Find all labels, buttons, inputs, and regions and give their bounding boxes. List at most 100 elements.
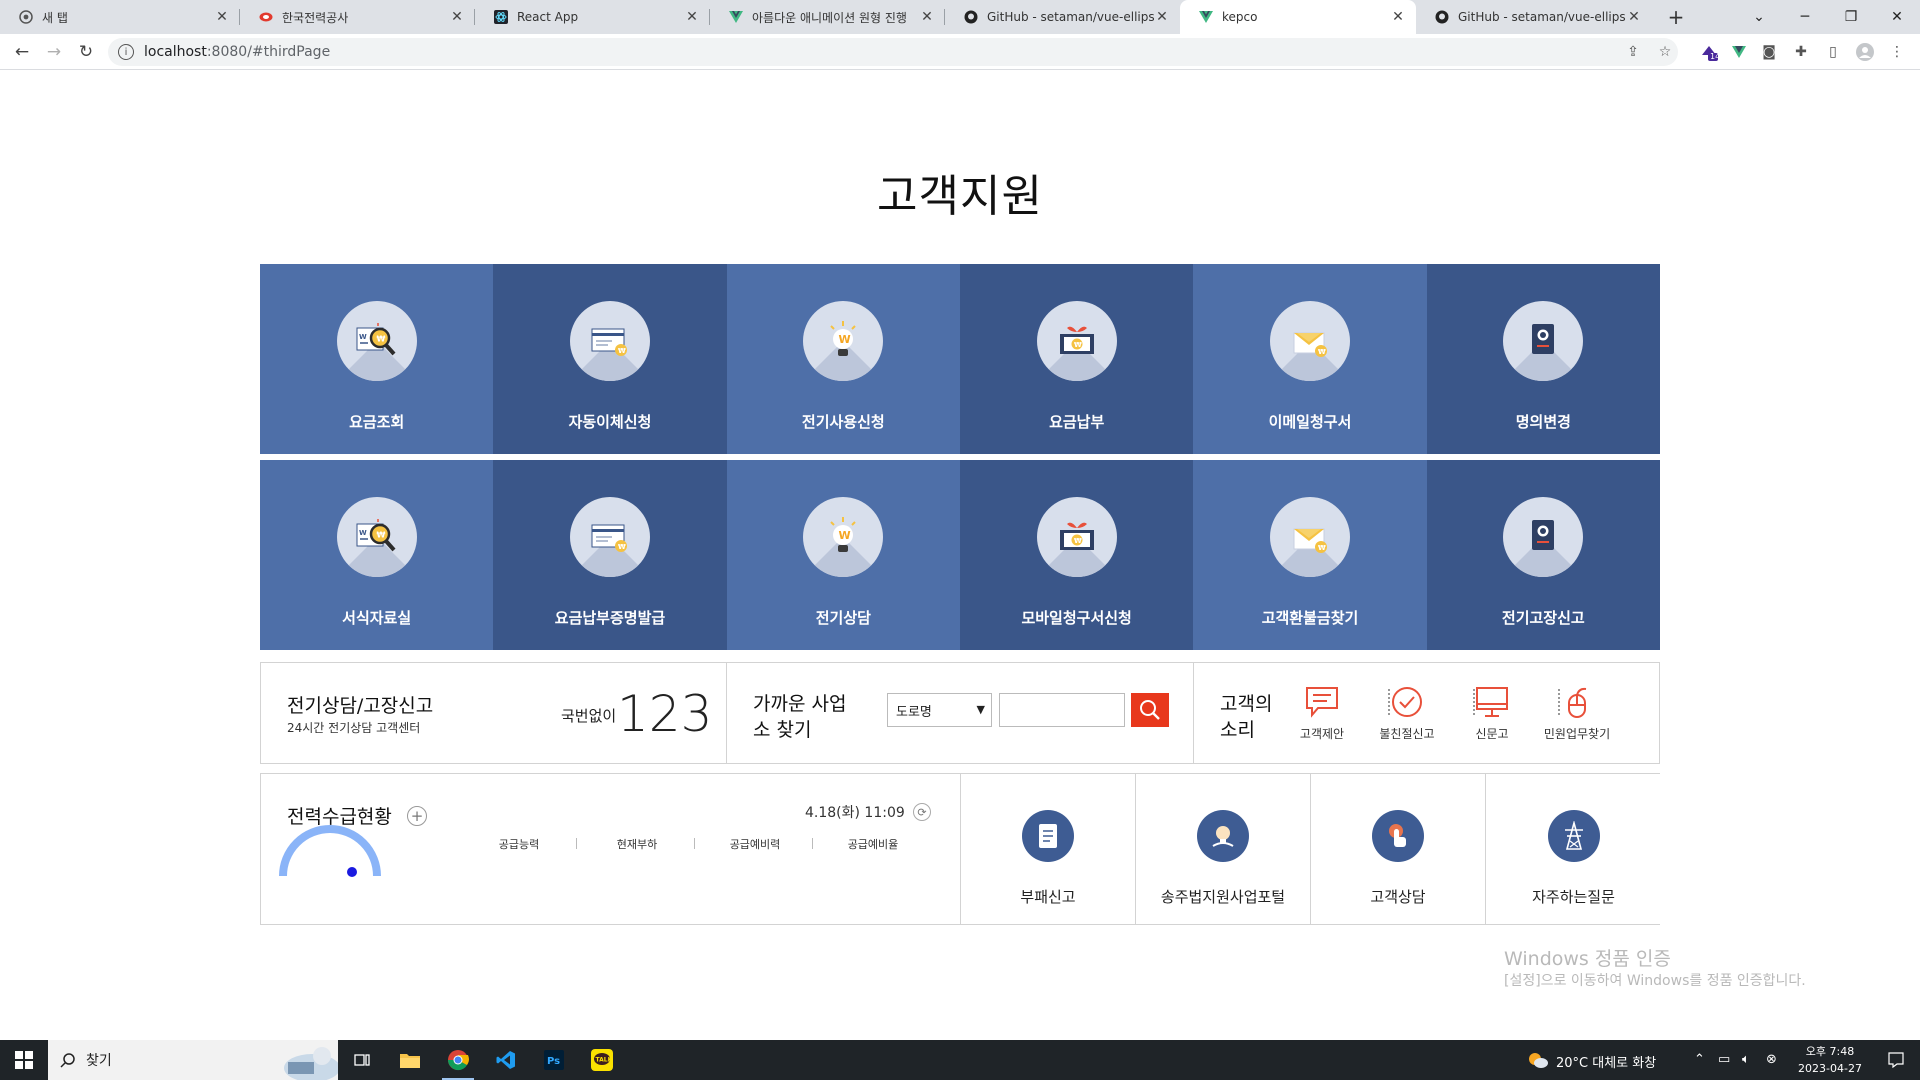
money-plant-icon: ₩	[1036, 497, 1117, 577]
service-tile[interactable]: 전기고장신고	[1426, 460, 1660, 650]
menu-kebab-icon[interactable]: ⋮	[1888, 43, 1906, 61]
tab-github-1[interactable]: GitHub - setaman/vue-ellipse-p ✕	[945, 0, 1180, 34]
network-icon[interactable]: ▭	[1718, 1052, 1730, 1067]
check-circle-icon	[1392, 687, 1422, 717]
tab-title: GitHub - setaman/vue-ellipse-p	[987, 10, 1154, 24]
close-icon[interactable]: ✕	[919, 9, 935, 25]
page-title: 고객지원	[877, 171, 1043, 222]
windows-start-button[interactable]	[0, 1040, 48, 1080]
taskbar-search-box[interactable]: 찾기	[48, 1040, 338, 1080]
task-view-icon[interactable]	[338, 1040, 386, 1080]
service-tile[interactable]: ₩ 고객환불금찾기	[1193, 460, 1427, 650]
mouse-icon	[1568, 687, 1587, 718]
camera-icon[interactable]: ◙	[1760, 43, 1778, 61]
tab-github-2[interactable]: GitHub - setaman/vue-ellipse-p ✕	[1416, 0, 1652, 34]
service-tile[interactable]: ₩ 모바일청구서신청	[960, 460, 1194, 650]
vue-icon	[1198, 9, 1214, 25]
tab-kepco-home[interactable]: 한국전력공사 ✕	[240, 0, 475, 34]
vue-icon	[728, 9, 744, 25]
close-window-button[interactable]: ✕	[1874, 0, 1920, 34]
taskbar-clock[interactable]: 오후 7:48 2023-04-27	[1792, 1043, 1868, 1077]
quicklink-corruption-report[interactable]: 부패신고	[961, 774, 1136, 924]
url-path: :8080/#thirdPage	[206, 44, 331, 60]
weather-text[interactable]: 20°C 대체로 화창	[1556, 1052, 1656, 1071]
vue-devtools-icon[interactable]	[1730, 43, 1748, 61]
svg-text:₩: ₩	[376, 531, 385, 540]
restore-button[interactable]: ❐	[1828, 0, 1874, 34]
search-icon	[60, 1053, 75, 1068]
info-row: 전기상담/고장신고 24시간 전기상담 고객센터 국번없이 123 가까운 사업…	[260, 662, 1660, 764]
reload-icon[interactable]: ↻	[74, 40, 98, 64]
consult-box: 전기상담/고장신고 24시간 전기상담 고객센터 국번없이 123	[261, 663, 727, 763]
refresh-icon[interactable]: ⟳	[913, 803, 931, 821]
vscode-icon[interactable]	[482, 1040, 530, 1080]
service-tile-label: 명의변경	[1515, 413, 1571, 431]
share-icon[interactable]: ⇪	[1624, 43, 1642, 61]
voice-item-suggestion[interactable]: 고객제안	[1282, 685, 1362, 742]
close-icon[interactable]: ✕	[449, 9, 465, 25]
file-explorer-icon[interactable]	[386, 1040, 434, 1080]
close-icon[interactable]: ✕	[1154, 9, 1170, 25]
close-icon[interactable]: ✕	[1390, 9, 1406, 25]
voice-item-unkind-report[interactable]: 불친절신고	[1367, 685, 1447, 742]
kakaotalk-icon[interactable]: TALK	[578, 1040, 626, 1080]
bookmark-star-icon[interactable]: ☆	[1656, 43, 1674, 61]
service-tile[interactable]: ₩ 요금납부	[960, 264, 1194, 454]
weather-icon[interactable]	[1522, 1040, 1554, 1080]
service-tile[interactable]: W 전기상담	[726, 460, 960, 650]
tab-search-chevron-icon[interactable]: ⌄	[1736, 0, 1782, 34]
power-col-reserve-rate: 공급예비율	[847, 838, 899, 851]
chrome-taskbar-icon[interactable]	[434, 1040, 482, 1080]
service-tile[interactable]: 명의변경	[1426, 264, 1660, 454]
new-tab-button[interactable]: +	[1662, 0, 1690, 34]
github-icon	[963, 9, 979, 25]
svg-text:W: W	[839, 333, 851, 346]
service-tile[interactable]: ₩ 자동이체신청	[493, 264, 727, 454]
close-icon[interactable]: ✕	[214, 9, 230, 25]
service-tile-label: 요금납부증명발급	[554, 609, 666, 627]
tab-animation[interactable]: 아름다운 애니메이션 원형 진행 ✕	[710, 0, 945, 34]
info-icon[interactable]: i	[118, 44, 134, 60]
voice-item-sinmungo[interactable]: 신문고	[1452, 685, 1532, 742]
minimize-button[interactable]: ─	[1782, 0, 1828, 34]
tab-kepco[interactable]: kepco ✕	[1180, 0, 1416, 34]
tab-new-tab[interactable]: 새 탭 ✕	[0, 0, 240, 34]
search-button[interactable]	[1131, 693, 1169, 727]
power-supply-panel: 전력수급현황 + 4.18(화) 11:09 ⟳ 공급능력 현재부하 공급예비력…	[261, 774, 961, 924]
card-transfer-icon: ₩	[569, 301, 650, 381]
github-icon	[1434, 9, 1450, 25]
office-search-input[interactable]	[999, 693, 1125, 727]
service-tile[interactable]: W ₩ 요금조회	[260, 264, 494, 454]
svg-text:₩: ₩	[1318, 544, 1326, 552]
ime-indicator-icon[interactable]: ⊗	[1766, 1052, 1777, 1067]
service-tile[interactable]: ₩ 요금납부증명발급	[493, 460, 727, 650]
address-type-select[interactable]: 도로명 ▼	[887, 693, 992, 727]
close-icon[interactable]: ✕	[684, 9, 700, 25]
tray-chevron-up-icon[interactable]: ⌃	[1694, 1052, 1705, 1067]
volume-icon[interactable]: 🔈︎	[1742, 1052, 1750, 1067]
sidepanel-icon[interactable]: ▯	[1824, 43, 1842, 61]
quicklink-transmission-support[interactable]: 송주법지원사업포털	[1136, 774, 1311, 924]
photoshop-icon[interactable]: Ps	[530, 1040, 578, 1080]
expand-plus-icon[interactable]: +	[407, 806, 427, 826]
extension-icon[interactable]: 14	[1700, 43, 1720, 61]
notification-icon[interactable]	[1872, 1040, 1920, 1080]
quicklink-customer-consult[interactable]: 고객상담	[1311, 774, 1486, 924]
svg-text:₩: ₩	[1318, 348, 1326, 356]
voice-item-civil-affairs[interactable]: 민원업무찾기	[1537, 685, 1617, 742]
address-bar[interactable]: i localhost:8080/#thirdPage	[108, 38, 1678, 66]
close-icon[interactable]: ✕	[1626, 9, 1642, 25]
tab-react-app[interactable]: React App ✕	[475, 0, 710, 34]
service-tile[interactable]: ₩ 이메일청구서	[1193, 264, 1427, 454]
profile-icon[interactable]	[1856, 43, 1874, 61]
forward-arrow-icon[interactable]: →	[42, 40, 66, 64]
email-bill-icon: ₩	[1269, 497, 1350, 577]
touch-hand-icon	[1372, 810, 1424, 862]
puzzle-icon[interactable]: ✚	[1792, 43, 1810, 61]
service-tile[interactable]: W ₩ 서식자료실	[260, 460, 494, 650]
back-arrow-icon[interactable]: ←	[10, 40, 34, 64]
service-tile-label: 고객환불금찾기	[1261, 609, 1359, 627]
svg-text:₩: ₩	[1074, 341, 1082, 349]
quicklink-faq[interactable]: 자주하는질문	[1486, 774, 1661, 924]
service-tile[interactable]: W 전기사용신청	[726, 264, 960, 454]
